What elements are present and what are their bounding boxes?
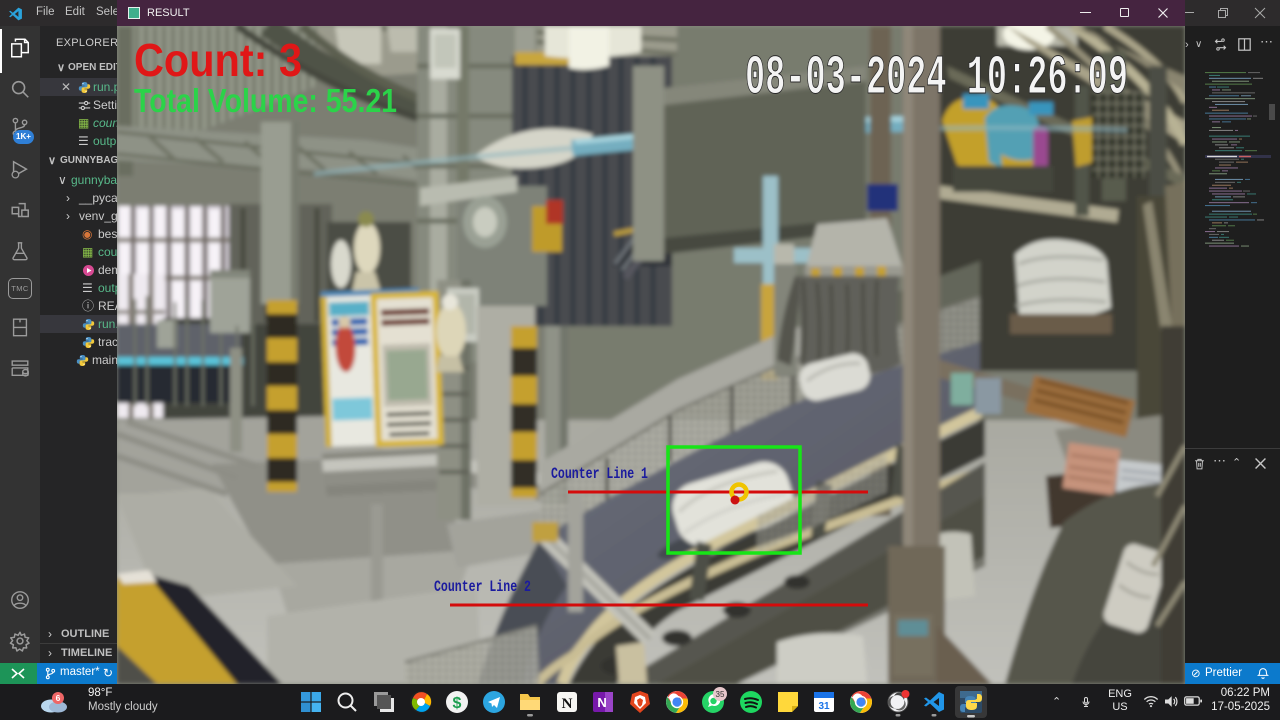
svg-text:Counter Line 2: Counter Line 2: [434, 578, 531, 596]
svg-text:$: $: [453, 695, 462, 712]
svg-text:35: 35: [716, 690, 725, 699]
svg-text:Counter Line 1: Counter Line 1: [551, 465, 648, 483]
svg-text:31: 31: [818, 701, 830, 712]
svg-text:08-03-2024 10:26:09: 08-03-2024 10:26:09: [745, 46, 1128, 110]
svg-text:6: 6: [56, 693, 61, 703]
svg-text:Count: 3: Count: 3: [134, 34, 302, 86]
svg-text:Total Volume: 55.21: Total Volume: 55.21: [134, 82, 397, 119]
svg-text:N: N: [597, 695, 606, 710]
svg-text:N: N: [562, 696, 573, 712]
